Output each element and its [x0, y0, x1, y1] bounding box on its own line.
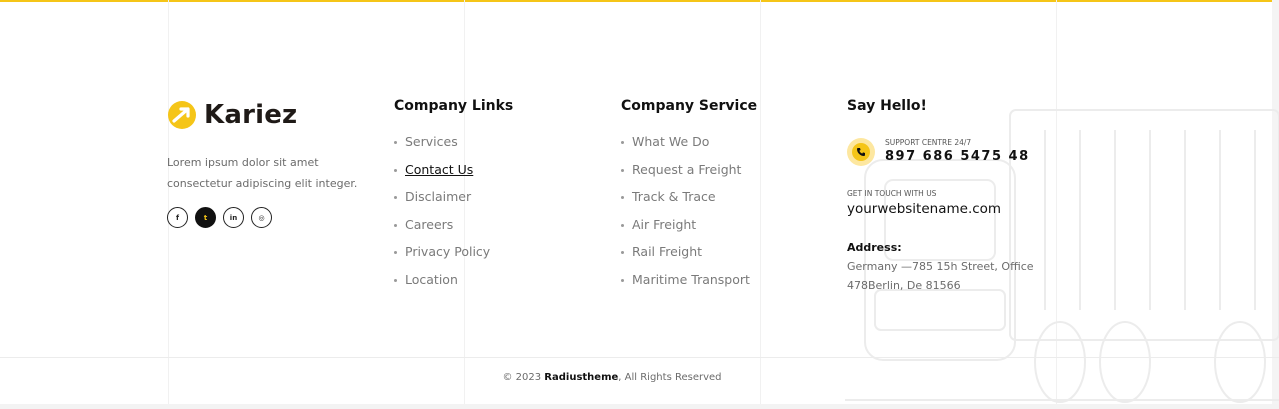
list-item[interactable]: Rail Freight [619, 243, 750, 271]
address-label: Address: [847, 241, 902, 254]
copyright-brand-link[interactable]: Radiustheme [544, 372, 618, 383]
support-text: SUPPORT CENTRE 24/7 897 686 5475 48 [885, 138, 1030, 166]
grid-line [168, 0, 169, 409]
list-item[interactable]: Location [392, 271, 490, 299]
bullet [394, 141, 397, 144]
list-item[interactable]: Track & Trace [619, 188, 750, 216]
phone-icon[interactable] [847, 138, 875, 166]
link-air-freight[interactable]: Air Freight [632, 216, 696, 234]
bullet [621, 278, 624, 282]
list-item[interactable]: Contact Us [392, 161, 490, 189]
bullet [394, 278, 397, 282]
phone-glyph-icon [857, 148, 865, 156]
list-item[interactable]: Maritime Transport [619, 271, 750, 299]
grid-line [760, 0, 761, 409]
bullet [394, 196, 397, 199]
list-item[interactable]: Air Freight [619, 216, 750, 244]
copyright-prefix: © 2023 [502, 372, 545, 383]
about-text: Lorem ipsum dolor sit amet consectetur a… [167, 156, 358, 190]
list-item[interactable]: Request a Freight [619, 161, 750, 189]
link-privacy-policy[interactable]: Privacy Policy [405, 243, 490, 261]
company-service-list: What We Do Request a Freight Track & Tra… [619, 133, 750, 298]
link-maritime-transport[interactable]: Maritime Transport [632, 271, 750, 289]
brand-logo[interactable]: Kariez [167, 100, 297, 130]
company-links-list: Services Contact Us Disclaimer Careers P… [392, 133, 490, 298]
social-links: f t in ◎ [167, 207, 272, 228]
company-links-title: Company Links [394, 98, 514, 114]
link-request-freight[interactable]: Request a Freight [632, 161, 741, 179]
list-item[interactable]: Careers [392, 216, 490, 244]
list-item[interactable]: What We Do [619, 133, 750, 161]
list-item[interactable]: Privacy Policy [392, 243, 490, 271]
support-label: SUPPORT CENTRE 24/7 [885, 138, 972, 147]
link-contact-us[interactable]: Contact Us [405, 161, 473, 179]
bullet [621, 141, 624, 144]
facebook-icon[interactable]: f [167, 207, 188, 228]
link-disclaimer[interactable]: Disclaimer [405, 188, 471, 206]
bullet [621, 196, 624, 199]
support-number[interactable]: 897 686 5475 48 [885, 148, 1030, 166]
link-location[interactable]: Location [405, 271, 458, 289]
company-service-title: Company Service [621, 98, 758, 114]
footer-divider [0, 357, 1279, 358]
touch-label: GET IN TOUCH WITH US [847, 189, 937, 198]
link-services[interactable]: Services [405, 133, 458, 151]
brand-name: Kariez [204, 100, 298, 130]
instagram-icon[interactable]: ◎ [251, 207, 272, 228]
support-block: SUPPORT CENTRE 24/7 897 686 5475 48 [847, 138, 1030, 166]
bullet [394, 251, 397, 254]
arrow-swoosh-icon [168, 101, 196, 129]
address-text: Germany —785 15h Street, Office 478Berli… [847, 260, 1034, 292]
list-item[interactable]: Services [392, 133, 490, 161]
copyright: © 2023 Radiustheme, All Rights Reserved [0, 372, 1224, 383]
say-hello-title: Say Hello! [847, 98, 927, 114]
copyright-suffix: , All Rights Reserved [618, 372, 722, 383]
bullet [394, 223, 397, 227]
link-careers[interactable]: Careers [405, 216, 453, 234]
bottom-strip [0, 404, 1279, 409]
list-item[interactable]: Disclaimer [392, 188, 490, 216]
bullet [621, 168, 624, 172]
phone-icon-inner [852, 143, 870, 161]
bullet [394, 168, 397, 172]
top-accent-bar [0, 0, 1279, 2]
bullet [621, 223, 624, 227]
link-track-trace[interactable]: Track & Trace [632, 188, 716, 206]
link-what-we-do[interactable]: What We Do [632, 133, 709, 151]
linkedin-icon[interactable]: in [223, 207, 244, 228]
link-rail-freight[interactable]: Rail Freight [632, 243, 702, 261]
website-link[interactable]: yourwebsitename.com [847, 201, 1001, 217]
twitter-icon[interactable]: t [195, 207, 216, 228]
bullet [621, 251, 624, 254]
